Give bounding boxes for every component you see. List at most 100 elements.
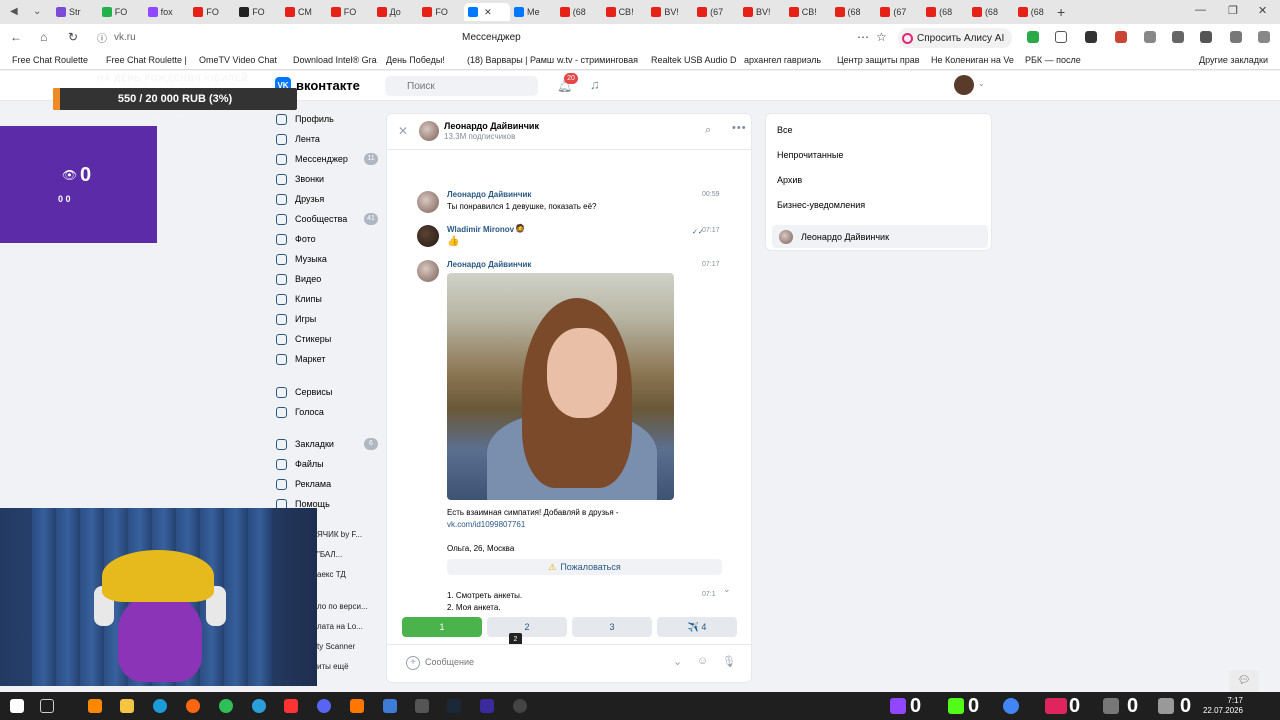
filter-archive[interactable]: Архив bbox=[777, 175, 802, 185]
steam-icon[interactable] bbox=[447, 699, 461, 713]
other-bookmarks[interactable]: Другие закладки bbox=[1199, 55, 1268, 65]
message-photo[interactable] bbox=[447, 273, 674, 500]
browser-tab[interactable]: Str bbox=[52, 3, 98, 21]
microphone-icon[interactable]: 🎙︎ bbox=[722, 655, 736, 668]
yandex-browser-icon[interactable] bbox=[284, 699, 298, 713]
chevron-down-icon[interactable]: ⌄ bbox=[978, 79, 985, 88]
browser-tab[interactable]: (67 bbox=[876, 3, 922, 21]
new-tab-icon[interactable]: + bbox=[1057, 4, 1065, 20]
maximize-icon[interactable]: ❐ bbox=[1228, 4, 1238, 17]
message-author[interactable]: Леонардо Дайвинчик bbox=[447, 260, 531, 269]
alice-button[interactable]: Спросить Алису AI bbox=[898, 28, 1013, 48]
close-window-icon[interactable]: ✕ bbox=[1258, 4, 1267, 17]
chat-avatar[interactable] bbox=[419, 121, 439, 141]
sidebar-item[interactable]: Фото bbox=[276, 231, 382, 247]
keyboard-button-1[interactable]: 1 bbox=[402, 617, 482, 637]
sidebar-item[interactable]: Стикеры bbox=[276, 331, 382, 347]
message-author[interactable]: Wladimir Mironov bbox=[447, 225, 514, 234]
edge-icon[interactable] bbox=[153, 699, 167, 713]
extension-icon[interactable] bbox=[1172, 31, 1184, 43]
bookmark-item[interactable]: w.tv - стриминговая bbox=[557, 55, 638, 65]
explorer-icon[interactable] bbox=[120, 699, 134, 713]
cloud-icon[interactable] bbox=[350, 699, 364, 713]
tab-list-chevron-icon[interactable]: ⌄ bbox=[33, 6, 41, 17]
sidebar-item[interactable]: Друзья bbox=[276, 191, 382, 207]
sidebar-item[interactable]: Звонки bbox=[276, 171, 382, 187]
browser-tab[interactable]: FO bbox=[418, 3, 464, 21]
active-chat-item[interactable]: Леонардо Дайвинчик bbox=[772, 225, 988, 248]
browser-tab[interactable]: (68 bbox=[922, 3, 968, 21]
bookmark-item[interactable]: Free Chat Roulette bbox=[12, 55, 88, 65]
browser-tab[interactable]: (68 bbox=[831, 3, 877, 21]
home-icon[interactable]: ⌂ bbox=[40, 30, 47, 44]
discord-icon[interactable] bbox=[317, 699, 331, 713]
browser-tab[interactable]: (68 bbox=[1014, 3, 1060, 21]
report-button[interactable]: ⚠ Пожаловаться bbox=[447, 559, 722, 575]
browser-tab[interactable]: (68 bbox=[556, 3, 602, 21]
chat-bubble-icon[interactable]: 💬︎ bbox=[1229, 670, 1259, 692]
keyboard-button-3[interactable]: 3 bbox=[572, 617, 652, 637]
browser-tab[interactable]: ✕ bbox=[464, 3, 510, 21]
extension-icon[interactable] bbox=[1230, 31, 1242, 43]
bookmark-item[interactable]: Центр защиты прав bbox=[837, 55, 920, 65]
firefox-icon[interactable] bbox=[186, 699, 200, 713]
more-icon[interactable]: ⋯ bbox=[857, 30, 869, 44]
chevron-down-icon[interactable]: ⌄ bbox=[673, 655, 682, 668]
bookmark-item[interactable]: РБК — после bbox=[1025, 55, 1081, 65]
sidebar-item[interactable]: Сервисы bbox=[276, 384, 382, 400]
sidebar-item[interactable]: Закладки 6 bbox=[276, 436, 382, 452]
sidebar-item[interactable]: Реклама bbox=[276, 476, 382, 492]
bookmark-item[interactable]: OmeTV Video Chat bbox=[199, 55, 277, 65]
browser-tab[interactable]: (68 bbox=[968, 3, 1014, 21]
message-input[interactable] bbox=[425, 652, 665, 672]
sidebar-item[interactable]: Видео bbox=[276, 271, 382, 287]
filter-business[interactable]: Бизнес-уведомления bbox=[777, 200, 865, 210]
bookmark-icon[interactable]: ☆ bbox=[876, 30, 887, 44]
extension-icon[interactable] bbox=[1085, 31, 1097, 43]
obs-icon[interactable] bbox=[513, 699, 527, 713]
sidebar-item[interactable]: Сообщества 41 bbox=[276, 211, 382, 227]
extension-icon[interactable] bbox=[1027, 31, 1039, 43]
bookmark-item[interactable]: Download Intel® Gra bbox=[293, 55, 377, 65]
browser-tab[interactable]: FO bbox=[327, 3, 373, 21]
extension-icon[interactable] bbox=[1200, 31, 1212, 43]
shield-icon[interactable] bbox=[1055, 31, 1067, 43]
music-icon[interactable]: ♫ bbox=[590, 77, 600, 92]
avatar[interactable] bbox=[954, 75, 974, 95]
sidebar-item[interactable]: Лента bbox=[276, 131, 382, 147]
browser-tab[interactable]: СМ bbox=[281, 3, 327, 21]
search-icon[interactable]: ⌕ bbox=[705, 124, 711, 137]
bookmark-item[interactable]: День Победы! bbox=[386, 55, 445, 65]
sidebar-item[interactable]: Файлы bbox=[276, 456, 382, 472]
download-icon[interactable] bbox=[1258, 31, 1270, 43]
message-avatar[interactable] bbox=[417, 191, 439, 213]
sidebar-item[interactable]: Клипы bbox=[276, 291, 382, 307]
emoji-icon[interactable]: ☺ bbox=[697, 655, 708, 667]
sidebar-item[interactable]: Профиль bbox=[276, 111, 382, 127]
extension-icon[interactable] bbox=[1115, 31, 1127, 43]
message-avatar[interactable] bbox=[417, 225, 439, 247]
bookmark-item[interactable]: Не Колениган на Ve bbox=[931, 55, 1014, 65]
close-icon[interactable]: ✕ bbox=[398, 124, 408, 138]
clock[interactable]: 7:17 bbox=[1203, 696, 1243, 705]
vlc-icon[interactable] bbox=[88, 699, 102, 713]
minimize-icon[interactable]: — bbox=[1195, 4, 1206, 16]
message-avatar[interactable] bbox=[417, 260, 439, 282]
reload-icon[interactable]: ↻ bbox=[68, 30, 78, 44]
browser-tab[interactable]: FO bbox=[98, 3, 144, 21]
message-author[interactable]: Леонардо Дайвинчик bbox=[447, 190, 531, 199]
sidebar-item[interactable]: Музыка bbox=[276, 251, 382, 267]
bookmark-item[interactable]: Realtek USB Audio D bbox=[651, 55, 737, 65]
more-icon[interactable]: ••• bbox=[732, 122, 747, 134]
sidebar-item[interactable]: Голоса bbox=[276, 404, 382, 420]
browser-tab[interactable]: CB! bbox=[602, 3, 648, 21]
app-icon[interactable] bbox=[480, 699, 494, 713]
browser-tab[interactable]: BV! bbox=[739, 3, 785, 21]
search-input[interactable] bbox=[385, 76, 538, 96]
task-view-icon[interactable] bbox=[40, 699, 54, 713]
browser-tab[interactable]: FO bbox=[235, 3, 281, 21]
browser-tab[interactable]: BV! bbox=[647, 3, 693, 21]
filter-all[interactable]: Все bbox=[777, 125, 793, 135]
telegram-icon[interactable] bbox=[252, 699, 266, 713]
profile-link[interactable]: vk.com/id1099807761 bbox=[447, 520, 525, 529]
